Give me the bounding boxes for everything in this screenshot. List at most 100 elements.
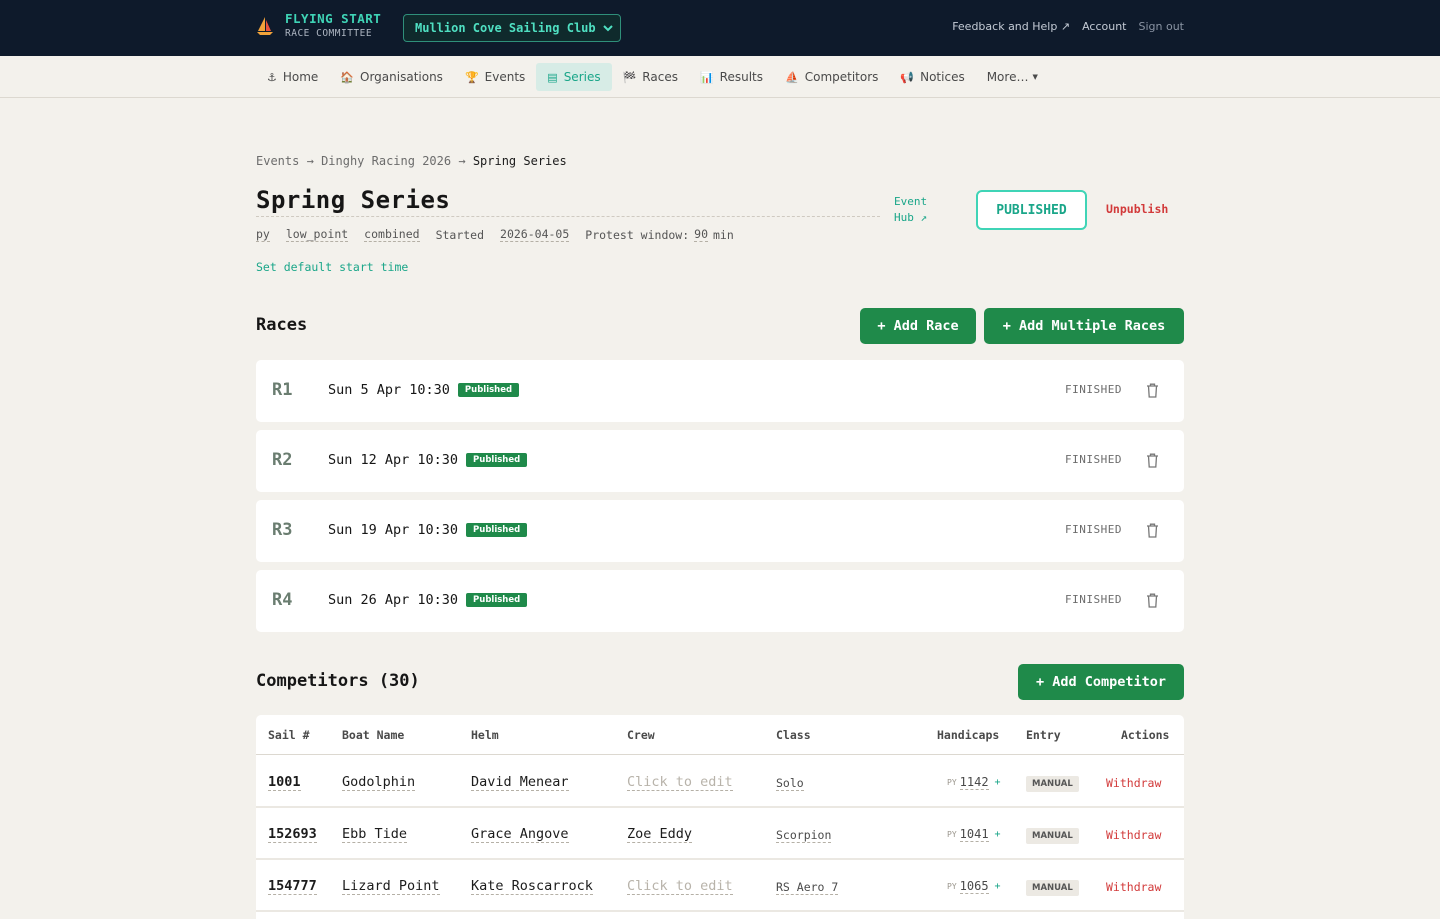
nav-item-label: Competitors [804,70,879,84]
trash-icon[interactable] [1146,523,1159,538]
start-date-field[interactable]: 2026-04-05 [500,227,570,242]
table-row: 152693 Ebb Tide Grace Angove Zoe Eddy Sc… [256,808,1184,860]
boat-class[interactable]: RS Aero 7 [776,880,839,895]
handicap-value[interactable]: 1065 [959,879,989,894]
nav-item-organisations[interactable]: 🏠 Organisations [329,63,454,91]
published-status-button[interactable]: PUBLISHED [976,190,1087,230]
nav-item-notices[interactable]: 📢 Notices [889,63,975,91]
page-title[interactable]: Spring Series [256,186,450,214]
breadcrumb-events[interactable]: Events [256,154,299,168]
handicap-type: PY [947,778,957,787]
handicap-value[interactable]: 1142 [959,775,989,790]
event-hub-line1: Event [894,195,928,208]
boat-name[interactable]: Ebb Tide [342,826,408,843]
sail-number[interactable]: 152693 [268,826,317,843]
published-badge: Published [466,453,528,467]
withdraw-button[interactable]: Withdraw [1106,776,1161,790]
race-card[interactable]: R3 Sun 19 Apr 10:30 Published FINISHED [256,500,1184,562]
handicap-system-field[interactable]: py [256,227,270,242]
set-default-start-link[interactable]: Set default start time [256,260,408,274]
race-card[interactable]: R1 Sun 5 Apr 10:30 Published FINISHED [256,360,1184,422]
trash-icon[interactable] [1146,383,1159,398]
withdraw-button[interactable]: Withdraw [1106,828,1161,842]
main-nav: ⚓ Home 🏠 Organisations 🏆 Events ▤ Series… [256,63,1049,91]
feedback-link[interactable]: Feedback and Help ↗ [952,20,1070,33]
breadcrumb-separator: → [458,154,466,168]
race-status: FINISHED [1065,523,1122,536]
race-date-text: Sun 26 Apr 10:30 [328,592,459,608]
brand-subtitle: RACE COMMITTEE [285,28,373,39]
nav-item-events[interactable]: 🏆 Events [454,63,536,91]
sign-out-link[interactable]: Sign out [1138,20,1184,33]
nav-item-competitors[interactable]: ⛵ Competitors [774,63,889,91]
add-handicap-icon[interactable]: + [995,777,1001,788]
event-hub-line2: Hub ↗ [894,211,928,224]
competitors-heading: Competitors (30) [256,671,420,691]
race-id: R1 [272,380,293,400]
nav-item-label: Home [282,70,319,84]
protest-window-field[interactable]: 90 [694,227,708,242]
brand[interactable]: FLYING START RACE COMMITTEE [256,11,381,41]
account-link[interactable]: Account [1082,20,1126,33]
sail-number[interactable]: 154777 [268,878,317,895]
column-header-handicaps[interactable]: Handicaps [937,728,999,742]
table-row: 154777 Lizard Point Kate Roscarrock Clic… [256,860,1184,912]
race-id: R2 [272,450,293,470]
crew-name[interactable]: Click to edit [627,774,733,791]
race-date-text: Sun 5 Apr 10:30 [328,382,450,398]
series-meta: py low_point combined Started 2026-04-05… [256,227,734,242]
column-header-crew[interactable]: Crew [627,728,655,742]
races-heading: Races [256,315,308,335]
nav-item-home[interactable]: ⚓ Home [256,63,329,91]
nav-item-label: Notices [920,70,965,84]
column-header-helm[interactable]: Helm [471,728,499,742]
scoring-system-field[interactable]: low_point [285,227,349,242]
race-date: Sun 26 Apr 10:30 Published [328,592,528,608]
race-card[interactable]: R4 Sun 26 Apr 10:30 Published FINISHED [256,570,1184,632]
breadcrumb-event[interactable]: Dinghy Racing 2026 [321,154,451,168]
column-header-class[interactable]: Class [776,728,811,742]
race-date: Sun 12 Apr 10:30 Published [328,452,528,468]
nav-item-results[interactable]: 📊 Results [689,63,774,91]
column-header-entry[interactable]: Entry [1026,728,1061,742]
helm-name[interactable]: David Menear [471,774,569,791]
nav-item-label: More… [986,70,1029,84]
crew-name[interactable]: Click to edit [627,878,733,895]
column-header-boat[interactable]: Boat Name [342,728,404,742]
helm-name[interactable]: Grace Angove [471,826,569,843]
boat-name[interactable]: Lizard Point [342,878,440,895]
boat-class[interactable]: Scorpion [776,828,832,843]
mode-field[interactable]: combined [364,227,420,242]
withdraw-button[interactable]: Withdraw [1106,880,1161,894]
boat-class[interactable]: Solo [776,776,804,791]
column-header-sail[interactable]: Sail # [268,728,310,742]
add-multiple-races-button[interactable]: + Add Multiple Races [984,308,1184,344]
race-card[interactable]: R2 Sun 12 Apr 10:30 Published FINISHED [256,430,1184,492]
unpublish-button[interactable]: Unpublish [1106,202,1168,216]
chevron-down-icon [603,25,613,32]
add-competitor-button[interactable]: + Add Competitor [1018,664,1184,700]
race-date: Sun 5 Apr 10:30 Published [328,382,520,398]
table-header: Sail # Boat Name Helm Crew Class Handica… [256,715,1184,755]
helm-name[interactable]: Kate Roscarrock [471,878,593,895]
nav-bar: ⚓ Home 🏠 Organisations 🏆 Events ▤ Series… [0,56,1440,98]
add-handicap-icon[interactable]: + [995,881,1001,892]
entry-badge: MANUAL [1026,776,1079,792]
handicap-value[interactable]: 1041 [959,827,989,842]
sailboat-icon: ⛵ [785,70,799,84]
event-hub-link[interactable]: Event Hub ↗ [894,194,927,226]
trash-icon[interactable] [1146,453,1159,468]
club-select[interactable]: Mullion Cove Sailing Club [403,14,621,42]
competitors-table: Sail # Boat Name Helm Crew Class Handica… [256,715,1184,919]
boat-name[interactable]: Godolphin [342,774,416,791]
trash-icon[interactable] [1146,593,1159,608]
add-race-button[interactable]: + Add Race [860,308,976,344]
nav-item-races[interactable]: 🏁 Races [612,63,689,91]
nav-item-series[interactable]: ▤ Series [536,63,612,91]
nav-item-more[interactable]: More… ▼ [976,63,1049,91]
add-handicap-icon[interactable]: + [995,829,1001,840]
crew-name[interactable]: Zoe Eddy [627,826,693,843]
sail-number[interactable]: 1001 [268,774,301,791]
race-date-text: Sun 19 Apr 10:30 [328,522,459,538]
nav-item-label: Series [563,70,601,84]
